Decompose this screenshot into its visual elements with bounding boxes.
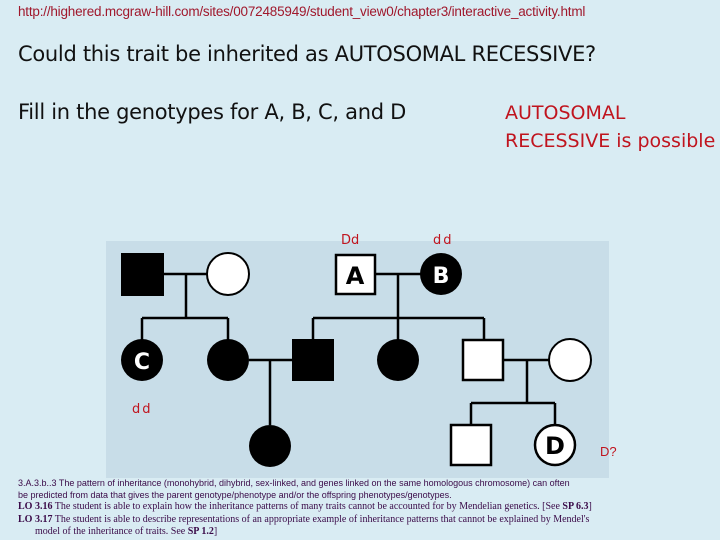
objective-3a3b3-line2: be predicted from data that gives the pa… <box>18 490 452 501</box>
lo317-sp: SP 1.2 <box>187 525 214 537</box>
genotype-label-d: D? <box>600 444 617 459</box>
lo316-sp: SP 6.3 <box>562 501 589 513</box>
lo317-text: The student is able to describe represen… <box>52 513 590 525</box>
individual-g1-female <box>206 252 250 296</box>
lo316-code: LO 3.16 <box>18 501 53 513</box>
individual-g2-male-2 <box>461 338 505 382</box>
individual-g2-female-2 <box>207 339 249 381</box>
individual-g2-male-1 <box>292 339 334 381</box>
objective-lo316: LO 3.16 The student is able to explain h… <box>18 501 708 513</box>
lo316-text: The student is able to explain how the i… <box>52 501 563 513</box>
objective-lo317: LO 3.17 The student is able to describe … <box>18 514 708 526</box>
individual-c-label: C <box>134 350 150 375</box>
genotype-label-b: dd <box>433 233 454 248</box>
lo317-code: LO 3.17 <box>18 513 53 525</box>
individual-g2-female-4 <box>548 338 592 382</box>
objective-3a3b3-line1: 3.A.3.b..3 The pattern of inheritance (m… <box>18 478 570 488</box>
individual-g3-male-1 <box>449 423 493 467</box>
individual-a-label: A <box>346 262 365 290</box>
lo317-cont: model of the inheritance of traits. See <box>35 525 188 537</box>
learning-objectives: 3.A.3.b..3 The pattern of inheritance (m… <box>18 477 708 538</box>
objective-lo317-cont: model of the inheritance of traits. See … <box>18 526 708 538</box>
individual-g2-female-3 <box>377 339 419 381</box>
lo316-end: ] <box>588 501 592 513</box>
pedigree-chart: A B C D <box>121 252 592 467</box>
individual-b-label: B <box>433 264 450 289</box>
lo317-end: ] <box>213 525 218 537</box>
individual-g1-male <box>121 253 164 296</box>
individual-d-label: D <box>545 432 565 460</box>
individual-g3-female-1 <box>249 425 291 467</box>
genotype-label-c: dd <box>132 402 153 417</box>
genotype-label-a: Dd <box>341 233 360 248</box>
